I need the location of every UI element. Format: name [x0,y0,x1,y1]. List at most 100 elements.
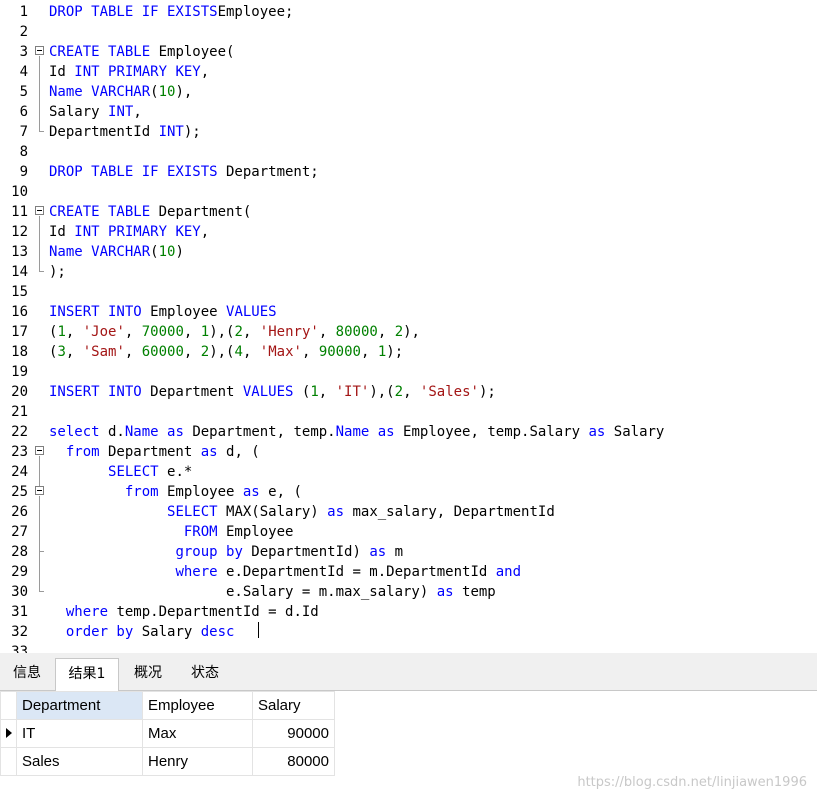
code-token: 2 [200,344,210,360]
code-token: , [183,324,201,340]
code-token: from [65,444,100,460]
code-line[interactable]: 18 (3, 'Sam', 60000, 2),(4, 'Max', 90000,… [0,342,817,362]
code-text: where temp.DepartmentId = d.Id [49,602,319,622]
code-token: where [65,604,109,620]
result-grid[interactable]: Department Employee Salary IT Max 90000 … [0,691,817,798]
code-token: Department [99,444,201,460]
code-token: 90000 [318,344,361,360]
fold-guide-end [39,591,44,592]
code-line[interactable]: 5 Name VARCHAR(10), [0,82,817,102]
code-token: max_salary, DepartmentId [344,504,555,520]
code-line[interactable]: 30 e.Salary = m.max_salary) as temp [0,582,817,602]
code-token: as [369,424,395,440]
line-number: 19 [11,364,28,380]
code-line[interactable]: 16 INSERT INTO Employee VALUES [0,302,817,322]
code-line[interactable]: 9 DROP TABLE IF EXISTS Department; [0,162,817,182]
code-text: group by DepartmentId) as m [49,542,403,562]
code-token: 2 [394,324,404,340]
code-line[interactable]: 1 DROP TABLE IF EXISTSEmployee; [0,2,817,22]
code-line[interactable]: 28 group by DepartmentId) as m [0,542,817,562]
line-number: 29 [11,564,28,580]
fold-toggle-icon[interactable] [35,446,44,455]
table-row[interactable]: Sales Henry 80000 [0,747,335,776]
sql-editor[interactable]: 1 DROP TABLE IF EXISTSEmployee; 2 3 CREATE T… [0,0,817,653]
line-number: 2 [19,24,28,40]
code-token: 10 [158,244,176,260]
code-line[interactable]: 4 Id INT PRIMARY KEY, [0,62,817,82]
cell-employee[interactable]: Max [142,719,253,748]
code-line[interactable]: 7 DepartmentId INT); [0,122,817,142]
code-token: where [175,564,218,580]
code-text: Id INT PRIMARY KEY, [49,62,209,82]
code-line[interactable]: 29 where e.DepartmentId = m.DepartmentId… [0,562,817,582]
tab-status[interactable]: 状态 [177,658,233,691]
code-line[interactable]: 11 CREATE TABLE Department( [0,202,817,222]
code-line[interactable]: 13 Name VARCHAR(10) [0,242,817,262]
line-number: 24 [11,464,28,480]
code-token: DepartmentId) [242,544,370,560]
line-number: 23 [11,444,28,460]
code-line[interactable]: 6 Salary INT, [0,102,817,122]
column-header-salary[interactable]: Salary [252,691,335,720]
fold-toggle-icon[interactable] [35,206,44,215]
code-line[interactable]: 26 SELECT MAX(Salary) as max_salary, Dep… [0,502,817,522]
code-token: DROP TABLE IF EXISTS [49,164,218,180]
column-header-department[interactable]: Department [16,691,143,720]
line-number: 3 [19,44,28,60]
code-line[interactable]: 31 where temp.DepartmentId = d.Id [0,602,817,622]
code-line[interactable]: 2 [0,22,817,42]
code-text: DROP TABLE IF EXISTSEmployee; [49,2,293,22]
code-token: 'Joe' [82,324,125,340]
code-token: 'Henry' [259,324,319,340]
cell-salary[interactable]: 90000 [252,719,335,748]
code-line[interactable]: 25 from Employee as e, ( [0,482,817,502]
code-line[interactable]: 12 Id INT PRIMARY KEY, [0,222,817,242]
code-line[interactable]: 10 [0,182,817,202]
code-token: e.DepartmentId = m.DepartmentId [217,564,496,580]
fold-toggle-icon[interactable] [35,46,44,55]
tab-info[interactable]: 信息 [0,658,54,691]
code-token: Department( [150,204,252,220]
cell-department[interactable]: Sales [16,747,143,776]
code-line[interactable]: 23 from Department as d, ( [0,442,817,462]
code-token: 80000 [335,324,378,340]
code-token: Employee; [217,4,294,20]
text-cursor [258,622,259,638]
code-line[interactable]: 3 CREATE TABLE Employee( [0,42,817,62]
line-number: 22 [11,424,28,440]
line-number: 26 [11,504,28,520]
code-token: Employee [141,304,227,320]
column-header-employee[interactable]: Employee [142,691,253,720]
cell-department[interactable]: IT [16,719,143,748]
code-token: 'IT' [335,384,370,400]
code-line[interactable]: 15 [0,282,817,302]
code-line[interactable]: 24 SELECT e.* [0,462,817,482]
code-token: DROP TABLE IF EXISTS [49,4,218,20]
code-line[interactable]: 19 [0,362,817,382]
code-line[interactable]: 33 [0,642,817,653]
code-line[interactable]: 32 order by Salary desc [0,622,817,642]
line-number: 32 [11,624,28,640]
code-token: Name [124,424,159,440]
cell-employee[interactable]: Henry [142,747,253,776]
code-token: ), [403,324,420,340]
code-line[interactable]: 14); [0,262,817,282]
code-line[interactable]: 22 select d.Name as Department, temp.Name… [0,422,817,442]
tab-overview[interactable]: 概况 [120,658,176,691]
code-line[interactable]: 20 INSERT INTO Department VALUES (1, 'IT'… [0,382,817,402]
line-number: 25 [11,484,28,500]
code-line[interactable]: 21 [0,402,817,422]
code-token: SELECT [167,504,218,520]
code-token: SELECT [108,464,159,480]
code-line[interactable]: 17 (1, 'Joe', 70000, 1),(2, 'Henry', 8000… [0,322,817,342]
table-header-row: Department Employee Salary [0,691,335,720]
tab-result-1[interactable]: 结果1 [55,658,119,692]
cell-salary[interactable]: 80000 [252,747,335,776]
table-row[interactable]: IT Max 90000 [0,719,335,748]
code-line[interactable]: 27 FROM Employee [0,522,817,542]
fold-toggle-icon[interactable] [35,486,44,495]
code-line[interactable]: 8 [0,142,817,162]
code-text: INSERT INTO Department VALUES (1, 'IT'),… [49,382,496,402]
